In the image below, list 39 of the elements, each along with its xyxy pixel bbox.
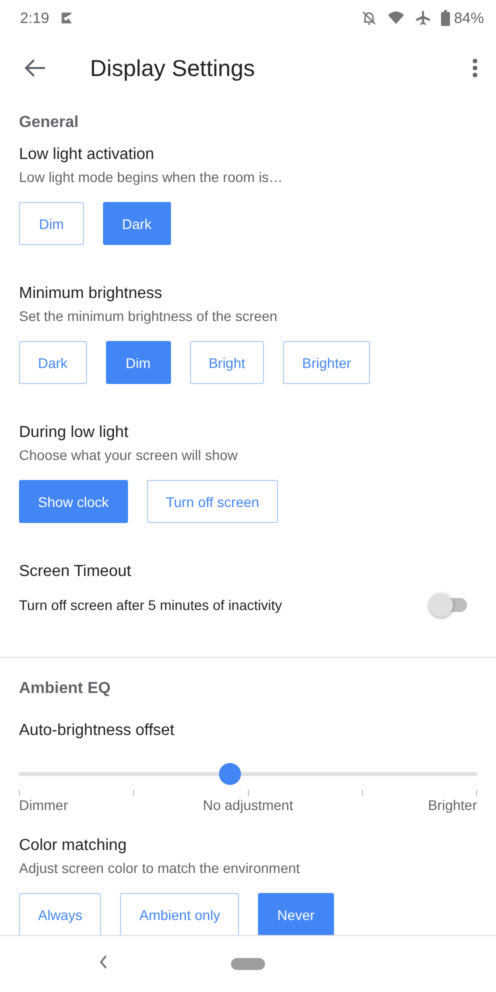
setting-title: Auto-brightness offset bbox=[19, 721, 176, 741]
section-header: General bbox=[19, 113, 80, 133]
back-nav-icon[interactable] bbox=[98, 954, 108, 970]
option-button[interactable]: Never bbox=[258, 893, 334, 935]
setting-title: During low light bbox=[19, 423, 130, 443]
slider-label: Dimmer bbox=[19, 796, 68, 814]
page-title: Display Settings bbox=[90, 54, 256, 82]
setting-description: Turn off screen after 5 minutes of inactivity bbox=[19, 596, 284, 614]
option-button[interactable]: Dim bbox=[19, 202, 84, 245]
slider-track[interactable] bbox=[19, 762, 477, 786]
slider-thumb[interactable] bbox=[218, 763, 241, 785]
option-button[interactable]: Show clock bbox=[19, 480, 128, 523]
option-button[interactable]: Ambient only bbox=[120, 893, 240, 935]
status-time: 2:19 bbox=[20, 10, 50, 26]
setting-subtitle: Low light mode begins when the room is… bbox=[19, 168, 284, 186]
setting-title: Low light activation bbox=[19, 145, 156, 165]
bell-off-icon bbox=[360, 10, 377, 26]
option-button[interactable]: Turn off screen bbox=[146, 480, 278, 523]
slider-label: Brighter bbox=[428, 796, 477, 814]
setting-title: Screen Timeout bbox=[19, 562, 132, 582]
airplane-icon bbox=[414, 10, 431, 26]
option-button[interactable]: Dark bbox=[19, 341, 87, 384]
option-button[interactable]: Always bbox=[19, 893, 102, 935]
option-button[interactable]: Bright bbox=[190, 341, 264, 384]
battery-percentage: 84% bbox=[454, 10, 484, 26]
option-button[interactable]: Dark bbox=[103, 202, 171, 245]
setting-title: Minimum brightness bbox=[19, 284, 164, 304]
wifi-icon bbox=[386, 11, 405, 25]
battery-icon bbox=[440, 10, 450, 26]
section-header: Ambient EQ bbox=[19, 679, 112, 699]
toggle-switch[interactable] bbox=[429, 593, 467, 617]
setting-subtitle: Set the minimum brightness of the screen bbox=[19, 307, 278, 325]
slider-label: No adjustment bbox=[202, 796, 294, 814]
option-button[interactable]: Brighter bbox=[283, 341, 370, 384]
setting-subtitle: Adjust screen color to match the environment bbox=[19, 859, 301, 877]
setting-subtitle: Choose what your screen will show bbox=[19, 446, 239, 464]
setting-title: Color matching bbox=[19, 836, 128, 856]
home-pill[interactable] bbox=[231, 958, 265, 970]
option-button[interactable]: Dim bbox=[106, 341, 171, 384]
